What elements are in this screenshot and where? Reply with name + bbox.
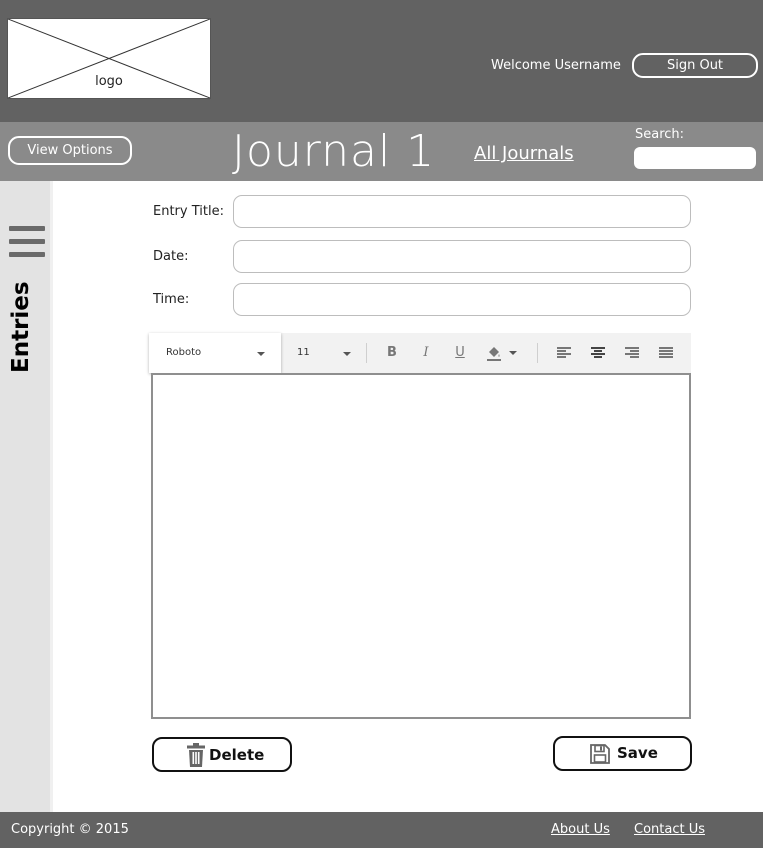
delete-label: Delete — [209, 746, 265, 764]
align-justify-icon[interactable] — [659, 347, 673, 359]
floppy-disk-icon — [590, 744, 610, 764]
font-size-select[interactable]: 11 — [289, 333, 359, 373]
view-options-button[interactable]: View Options — [8, 136, 132, 165]
date-label: Date: — [153, 249, 189, 264]
welcome-text: Welcome Username — [491, 58, 621, 73]
journal-title: Journal 1 — [232, 126, 436, 177]
toolbar-divider — [366, 343, 367, 363]
logo-placeholder: logo — [7, 18, 211, 99]
page-footer: Copyright © 2015 About Us Contact Us — [0, 812, 763, 848]
align-center-icon[interactable] — [591, 347, 605, 359]
entry-body-editor[interactable] — [151, 373, 691, 719]
logo-label: logo — [95, 74, 123, 89]
save-label: Save — [617, 744, 658, 762]
copyright-text: Copyright © 2015 — [11, 822, 129, 837]
entry-title-label: Entry Title: — [153, 204, 224, 219]
align-right-icon[interactable] — [625, 347, 639, 359]
date-field[interactable] — [233, 240, 691, 273]
paint-bucket-icon — [487, 347, 501, 361]
chevron-down-icon — [257, 352, 265, 356]
editor-toolbar: Roboto 11 B I U — [149, 333, 691, 373]
font-family-select[interactable]: Roboto — [149, 333, 281, 373]
page-header: logo Welcome Username Sign Out — [0, 0, 763, 122]
bold-button[interactable]: B — [382, 343, 402, 363]
italic-button[interactable]: I — [416, 343, 436, 363]
entry-title-field[interactable] — [233, 195, 691, 228]
underline-button[interactable]: U — [450, 343, 470, 363]
about-us-link[interactable]: About Us — [551, 822, 610, 837]
toolbar-divider — [537, 343, 538, 363]
entries-label[interactable]: Entries — [8, 281, 34, 373]
menu-icon[interactable] — [9, 226, 45, 258]
search-input[interactable] — [634, 147, 756, 169]
sign-out-button[interactable]: Sign Out — [632, 53, 758, 78]
all-journals-link[interactable]: All Journals — [474, 143, 574, 164]
trash-icon — [187, 743, 205, 767]
contact-us-link[interactable]: Contact Us — [634, 822, 705, 837]
search-label: Search: — [635, 127, 685, 142]
journal-bar: View Options Journal 1 All Journals Sear… — [0, 122, 763, 181]
chevron-down-icon — [509, 351, 517, 355]
chevron-down-icon — [343, 352, 351, 356]
save-button[interactable]: Save — [553, 736, 692, 771]
fill-color-button[interactable] — [484, 343, 518, 363]
font-family-value: Roboto — [166, 347, 202, 358]
align-left-icon[interactable] — [557, 347, 571, 359]
time-field[interactable] — [233, 283, 691, 316]
delete-button[interactable]: Delete — [152, 737, 292, 772]
time-label: Time: — [153, 292, 190, 307]
entries-sidebar: Entries — [0, 181, 53, 812]
font-size-value: 11 — [297, 347, 310, 358]
